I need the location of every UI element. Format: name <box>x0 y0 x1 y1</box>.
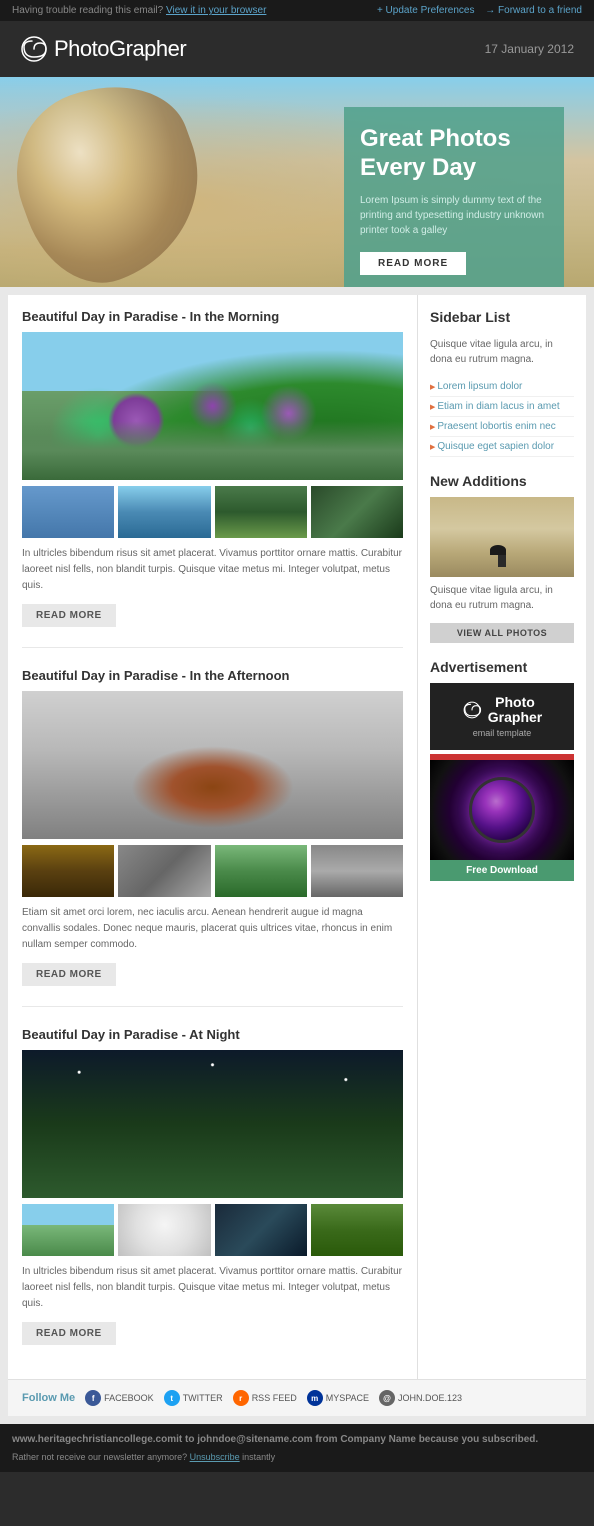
hero-title: Great PhotosEvery Day <box>360 125 548 183</box>
facebook-label: FACEBOOK <box>104 1393 154 1403</box>
main-wrapper: Beautiful Day in Paradise - In the Morni… <box>0 287 594 1424</box>
footer-unsub-line: Rather not receive our newsletter anymor… <box>12 1450 582 1464</box>
update-preferences-link[interactable]: + Update Preferences <box>377 5 475 16</box>
article-1-thumbnails <box>22 486 403 538</box>
hero-read-more-button[interactable]: READ MORE <box>360 252 466 275</box>
unsubscribe-link[interactable]: Unsubscribe <box>190 1452 240 1462</box>
ad-logo-sub: email template <box>442 728 562 738</box>
article-1-read-more-button[interactable]: READ MORE <box>22 604 116 627</box>
article-3: Beautiful Day in Paradise - At Night In … <box>22 1027 403 1365</box>
hero-overlay: Great PhotosEvery Day Lorem Ipsum is sim… <box>344 107 564 287</box>
new-additions-image <box>430 497 574 577</box>
article-2-title: Beautiful Day in Paradise - In the After… <box>22 668 403 683</box>
sidebar-list-item-1[interactable]: Lorem lipsum dolor <box>430 377 574 397</box>
follow-label: Follow Me <box>22 1392 75 1404</box>
top-bar: Having trouble reading this email? View … <box>0 0 594 21</box>
sidebar-list-item-4[interactable]: Quisque eget sapien dolor <box>430 437 574 457</box>
view-in-browser-link[interactable]: View it in your browser <box>166 5 266 16</box>
facebook-item[interactable]: f FACEBOOK <box>85 1390 154 1406</box>
follow-bar: Follow Me f FACEBOOK t TWITTER r RSS FEE… <box>8 1379 586 1416</box>
ad-lens-image <box>430 760 574 860</box>
article-3-title: Beautiful Day in Paradise - At Night <box>22 1027 403 1042</box>
thumb-1-1 <box>22 486 114 538</box>
myspace-label: MYSPACE <box>326 1393 369 1403</box>
twitter-item[interactable]: t TWITTER <box>164 1390 223 1406</box>
thumb-3-3 <box>215 1204 307 1256</box>
email-item[interactable]: @ JOHN.DOE.123 <box>379 1390 462 1406</box>
email-label: JOHN.DOE.123 <box>398 1393 462 1403</box>
thumb-1-4 <box>311 486 403 538</box>
facebook-icon: f <box>85 1390 101 1406</box>
ad-logo-text: PhotoGrapher <box>488 695 542 726</box>
sidebar-list-title: Sidebar List <box>430 309 574 329</box>
thumb-3-2 <box>118 1204 210 1256</box>
ad-box: PhotoGrapher email template <box>430 683 574 750</box>
sidebar-list-item-3[interactable]: Praesent lobortis enim nec <box>430 417 574 437</box>
sidebar-list: Lorem lipsum dolor Etiam in diam lacus i… <box>430 377 574 457</box>
article-1-text: In ultricles bibendum risus sit amet pla… <box>22 546 403 594</box>
article-2-read-more-button[interactable]: READ MORE <box>22 963 116 986</box>
ad-logo-icon <box>462 700 482 720</box>
trouble-text: Having trouble reading this email? View … <box>12 5 266 16</box>
new-additions-title: New Additions <box>430 473 574 489</box>
thumb-2-2 <box>118 845 210 897</box>
article-3-read-more-button[interactable]: READ MORE <box>22 1322 116 1345</box>
article-2-thumbnails <box>22 845 403 897</box>
article-1-title: Beautiful Day in Paradise - In the Morni… <box>22 309 403 324</box>
sidebar-list-desc: Quisque vitae ligula arcu, in dona eu ru… <box>430 337 574 367</box>
thumb-3-1 <box>22 1204 114 1256</box>
thumb-3-4 <box>311 1204 403 1256</box>
article-2: Beautiful Day in Paradise - In the After… <box>22 668 403 1007</box>
logo-text: PhotoGrapher <box>54 36 186 62</box>
twitter-label: TWITTER <box>183 1393 223 1403</box>
rss-item[interactable]: r RSS FEED <box>233 1390 297 1406</box>
article-1: Beautiful Day in Paradise - In the Morni… <box>22 309 403 648</box>
logo-icon <box>20 35 48 63</box>
twitter-icon: t <box>164 1390 180 1406</box>
thumb-2-3 <box>215 845 307 897</box>
article-2-main-image <box>22 691 403 839</box>
article-3-text: In ultricles bibendum risus sit amet pla… <box>22 1264 403 1312</box>
thumb-2-4 <box>311 845 403 897</box>
bottom-footer: www.heritagechristiancollege.comit to jo… <box>0 1424 594 1472</box>
header: PhotoGrapher 17 January 2012 <box>0 21 594 77</box>
footer-site: www.heritagechristiancollege.comit to jo… <box>12 1432 582 1448</box>
right-sidebar: Sidebar List Quisque vitae ligula arcu, … <box>418 295 586 1379</box>
article-1-main-image <box>22 332 403 480</box>
advertisement-title: Advertisement <box>430 659 574 675</box>
forward-link[interactable]: → Forward to a friend <box>485 5 582 16</box>
hero-description: Lorem Ipsum is simply dummy text of the … <box>360 193 548 238</box>
myspace-item[interactable]: m MYSPACE <box>307 1390 369 1406</box>
article-2-text: Etiam sit amet orci lorem, nec iaculis a… <box>22 905 403 953</box>
new-additions-desc: Quisque vitae ligula arcu, in dona eu ru… <box>430 583 574 613</box>
left-column: Beautiful Day in Paradise - In the Morni… <box>8 295 418 1379</box>
main-inner: Beautiful Day in Paradise - In the Morni… <box>8 295 586 1379</box>
email-icon: @ <box>379 1390 395 1406</box>
thumb-1-3 <box>215 486 307 538</box>
top-links: + Update Preferences → Forward to a frie… <box>377 5 582 16</box>
thumb-1-2 <box>118 486 210 538</box>
hero-banner: Great PhotosEvery Day Lorem Ipsum is sim… <box>0 77 594 287</box>
logo: PhotoGrapher <box>20 35 186 63</box>
rss-label: RSS FEED <box>252 1393 297 1403</box>
view-all-photos-button[interactable]: VIEW ALL PHOTOS <box>430 623 574 643</box>
thumb-2-1 <box>22 845 114 897</box>
article-3-main-image <box>22 1050 403 1198</box>
article-3-thumbnails <box>22 1204 403 1256</box>
rss-icon: r <box>233 1390 249 1406</box>
ad-free-download[interactable]: Free Download <box>430 860 574 881</box>
sidebar-list-item-2[interactable]: Etiam in diam lacus in amet <box>430 397 574 417</box>
header-date: 17 January 2012 <box>485 42 574 56</box>
myspace-icon: m <box>307 1390 323 1406</box>
